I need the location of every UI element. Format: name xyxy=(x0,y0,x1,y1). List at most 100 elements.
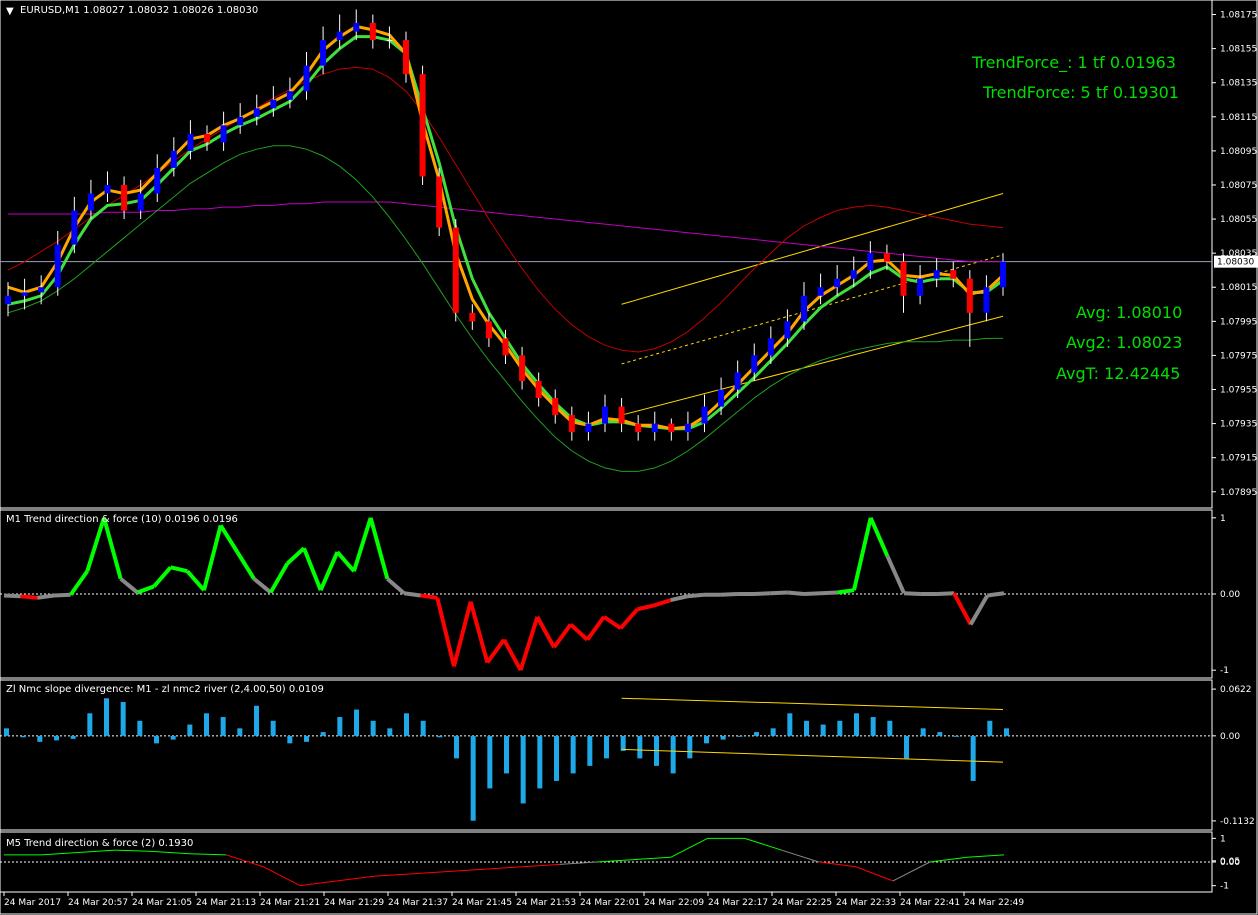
trend-segment xyxy=(102,517,123,580)
y-tick-label: 0.00 xyxy=(1220,590,1240,600)
candle-body xyxy=(519,355,526,381)
histogram-bar xyxy=(570,735,576,774)
candle-body xyxy=(403,40,409,75)
trend-segment xyxy=(633,856,671,861)
histogram-bar xyxy=(87,713,93,736)
trend-segment xyxy=(170,565,188,574)
candle-body xyxy=(602,406,608,424)
candle-body xyxy=(900,261,907,296)
chart-canvas[interactable]: 1.08175 1.08155 1.08135 1.08115 1.08095 1.080… xyxy=(0,0,1258,915)
histogram-bar xyxy=(487,735,493,789)
candle-body xyxy=(54,244,61,288)
ma-line-green xyxy=(7,35,1004,431)
histogram-bar xyxy=(220,717,226,736)
histogram-bar xyxy=(4,728,9,736)
x-tick-label: 24 Mar 22:41 xyxy=(900,898,960,908)
trend-segment xyxy=(855,866,894,882)
candle-body xyxy=(38,287,45,293)
trend-segment xyxy=(285,546,306,565)
histogram-bar xyxy=(454,735,459,759)
x-tick-label: 24 Mar 2017 xyxy=(4,898,61,908)
trend-segment xyxy=(3,593,21,599)
histogram-bar xyxy=(854,713,859,736)
candle-body xyxy=(21,292,28,296)
candle-body xyxy=(170,150,177,168)
trend-segment xyxy=(452,601,473,667)
histogram-bar xyxy=(404,713,409,736)
trend-segment xyxy=(403,591,421,598)
candle-body xyxy=(801,295,807,322)
x-tick-label: 24 Mar 21:29 xyxy=(324,898,384,908)
trend-segment xyxy=(535,615,556,649)
candle-body xyxy=(535,380,542,399)
x-tick-label: 24 Mar 22:25 xyxy=(772,898,832,908)
trend-segment xyxy=(803,591,821,596)
histogram-bar xyxy=(870,717,876,736)
histogram-bar xyxy=(987,720,993,736)
y-tick-label-9: 1.07995 xyxy=(1220,317,1257,327)
x-tick-label: 24 Mar 21:21 xyxy=(260,898,320,908)
trend-segment xyxy=(468,601,490,664)
histogram-bar xyxy=(270,720,276,736)
histogram-bar xyxy=(387,728,393,736)
x-tick-label: 24 Mar 21:13 xyxy=(196,898,256,908)
candle-body xyxy=(684,423,691,433)
candle-body xyxy=(618,406,625,424)
current-price-label: 1.08030 xyxy=(1217,258,1254,268)
histogram-bar xyxy=(437,735,443,738)
trend-segment xyxy=(781,849,819,863)
histogram-bar xyxy=(754,732,759,736)
candle-body xyxy=(718,389,725,407)
candle-body xyxy=(734,372,741,390)
histogram-bar xyxy=(637,735,643,759)
histogram-bar xyxy=(187,724,193,736)
candle-body xyxy=(834,278,841,288)
candle-body xyxy=(983,287,990,313)
trend-segment xyxy=(485,638,506,664)
candle-body xyxy=(121,184,128,211)
y-tick-label: 1 xyxy=(1220,514,1226,524)
trend-segment xyxy=(852,517,873,591)
histogram-bar xyxy=(904,735,909,759)
candle-body xyxy=(104,184,111,194)
channel-lower xyxy=(621,315,1004,416)
trend-segment xyxy=(69,569,89,596)
chevron-down-icon[interactable]: ▼ xyxy=(6,6,14,17)
candle-body xyxy=(751,355,758,373)
trend-segment xyxy=(318,551,340,591)
histogram-bar xyxy=(737,735,743,737)
y-tick-label: 0.00 xyxy=(1220,732,1240,742)
histogram-bar xyxy=(587,735,593,766)
trend-segment xyxy=(335,550,356,573)
trend-segment xyxy=(903,591,921,596)
histogram-bar xyxy=(720,735,726,740)
trend-segment xyxy=(837,588,855,595)
candle-body xyxy=(651,423,658,433)
trend-segment xyxy=(753,591,771,596)
y-tick-label-2: 1.08135 xyxy=(1220,79,1257,89)
histogram-bar xyxy=(704,735,709,744)
trend-segment xyxy=(368,517,390,580)
candle-body xyxy=(270,99,277,109)
trend-segment xyxy=(522,863,560,868)
trend-segment xyxy=(53,592,71,598)
candle-body xyxy=(154,167,161,194)
histogram-bar xyxy=(970,735,976,781)
candle-body xyxy=(502,338,509,356)
histogram-bar xyxy=(120,702,126,736)
x-tick-label: 24 Mar 21:53 xyxy=(516,898,576,908)
candle-body xyxy=(452,227,459,313)
histogram-bar xyxy=(620,735,626,751)
histogram-bar xyxy=(504,735,509,774)
histogram-bar xyxy=(337,717,343,736)
y-tick-label-5: 1.08075 xyxy=(1220,181,1257,191)
symbol-info: EURUSD,M1 1.08027 1.08032 1.08026 1.0803… xyxy=(20,5,259,16)
trend-segment xyxy=(302,547,323,591)
y-tick-label-11: 1.07955 xyxy=(1220,386,1257,396)
candle-body xyxy=(237,116,244,126)
histogram-bar xyxy=(1004,728,1009,736)
trend-segment xyxy=(968,594,990,626)
y-tick-label-14: 1.07895 xyxy=(1220,488,1257,498)
x-tick-label: 24 Mar 21:05 xyxy=(132,898,192,908)
trend-segment xyxy=(653,598,672,608)
